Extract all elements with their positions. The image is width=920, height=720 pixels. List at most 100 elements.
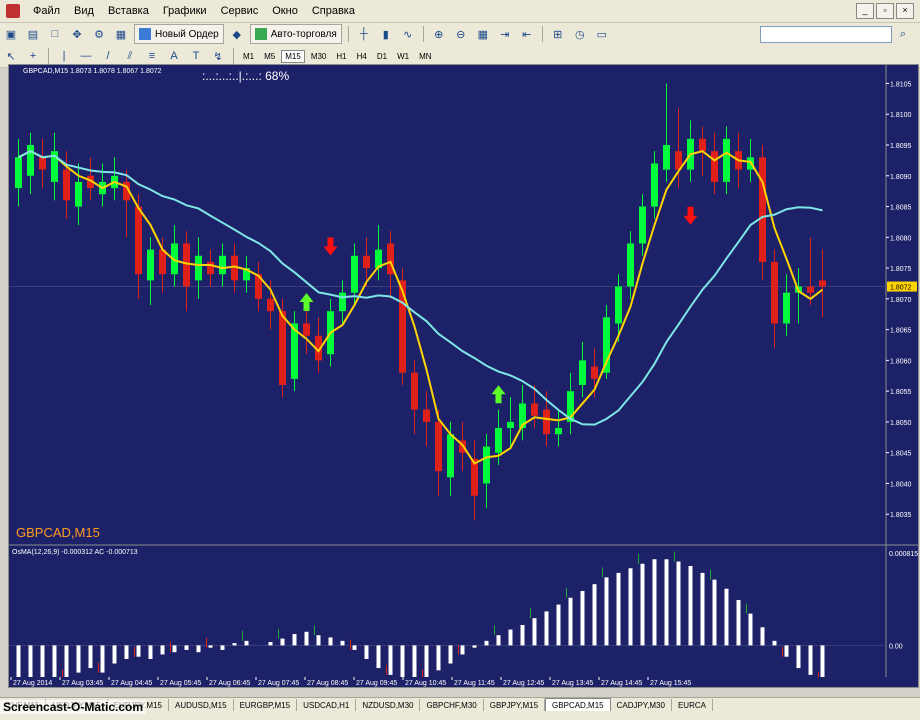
navigator-icon[interactable]: ✥: [68, 26, 86, 42]
zoom-out-icon[interactable]: ⊖: [452, 26, 470, 42]
period-d1[interactable]: D1: [373, 50, 391, 63]
candle-body: [783, 292, 790, 324]
line-chart-icon[interactable]: ∿: [399, 26, 417, 42]
price-tick-label: 1.8105: [890, 81, 912, 88]
price-tick-label: 1.8060: [890, 358, 912, 365]
period-w1[interactable]: W1: [393, 50, 413, 63]
candle-body: [699, 138, 706, 152]
vertical-line-icon[interactable]: |: [55, 48, 73, 64]
templates-icon[interactable]: ▭: [593, 26, 611, 42]
time-tick-label: 27 Aug 04:45: [111, 680, 152, 687]
candle-body: [651, 163, 658, 207]
menu-view[interactable]: Вид: [67, 0, 101, 22]
chart-window[interactable]: 1.8105 1.8100 1.8095 1.8090 1.8085 1.8080 1.80…: [8, 64, 919, 688]
candle-body: [555, 428, 562, 435]
restore-button[interactable]: ▫: [876, 3, 894, 19]
period-mn[interactable]: MN: [415, 50, 435, 63]
period-m30[interactable]: M30: [307, 50, 331, 63]
ma-slow-line: [18, 150, 823, 426]
candle-body: [63, 169, 70, 201]
menu-charts[interactable]: Графики: [156, 0, 214, 22]
time-tick-label: 27 Aug 15:45: [650, 680, 691, 687]
candle-body: [639, 206, 646, 244]
time-tick-label: 27 Aug 03:45: [62, 680, 103, 687]
candle-body: [531, 403, 538, 416]
time-tick-label: 27 Aug 08:45: [307, 680, 348, 687]
menu-window[interactable]: Окно: [265, 0, 305, 22]
buy-arrow-icon: [491, 385, 506, 404]
candle-body: [483, 446, 490, 484]
cursor-icon[interactable]: ↖: [2, 48, 20, 64]
price-chart[interactable]: 1.8105 1.8100 1.8095 1.8090 1.8085 1.8080 1.80…: [9, 65, 918, 687]
candle-body: [219, 255, 226, 275]
period-h1[interactable]: H1: [332, 50, 350, 63]
candle-body: [159, 249, 166, 275]
arrows-icon[interactable]: ↯: [209, 48, 227, 64]
autoscroll-icon[interactable]: ⇥: [496, 26, 514, 42]
price-tick-label: 1.8050: [890, 420, 912, 427]
text-icon[interactable]: A: [165, 48, 183, 64]
price-tick-label: 1.8045: [890, 451, 912, 458]
chart-tab[interactable]: GBPCAD,M15: [545, 698, 611, 712]
meta-editor-icon[interactable]: ◆: [228, 26, 246, 42]
fibo-icon[interactable]: ≡: [143, 48, 161, 64]
candle-body: [819, 280, 826, 287]
candle-body: [759, 157, 766, 262]
candle-body: [351, 255, 358, 293]
candle-body: [363, 255, 370, 269]
zoom-in-icon[interactable]: ⊕: [430, 26, 448, 42]
window-buttons: _ ▫ ×: [856, 3, 914, 19]
profiles-icon[interactable]: ▤: [24, 26, 42, 42]
menu-help[interactable]: Справка: [305, 0, 362, 22]
periods-icon[interactable]: ◷: [571, 26, 589, 42]
symbol-label: GBPCAD,M15: [16, 525, 100, 540]
time-tick-label: 27 Aug 13:45: [552, 680, 593, 687]
crosshair-icon[interactable]: +: [24, 48, 42, 64]
tile-windows-icon[interactable]: ▦: [474, 26, 492, 42]
minimize-button[interactable]: _: [856, 3, 874, 19]
candle-body: [435, 421, 442, 472]
chart-shift-icon[interactable]: ⇤: [518, 26, 536, 42]
close-button[interactable]: ×: [896, 3, 914, 19]
time-tick-label: 27 Aug 14:45: [601, 680, 642, 687]
search-icon[interactable]: ⌕: [894, 26, 912, 42]
menu-bar: Файл Вид Вставка Графики Сервис Окно Спр…: [0, 0, 920, 23]
app-icon: [6, 4, 20, 18]
trend-line-icon[interactable]: /: [99, 48, 117, 64]
candle-chart-icon[interactable]: ▮: [377, 26, 395, 42]
auto-trading-button[interactable]: Авто-торговля: [249, 24, 342, 44]
period-m15[interactable]: M15: [281, 49, 305, 63]
terminal-icon[interactable]: ⚙: [90, 26, 108, 42]
time-tick-label: 27 Aug 10:45: [405, 680, 446, 687]
candle-body: [147, 249, 154, 281]
auto-trading-label: Авто-торговля: [270, 28, 337, 40]
period-h4[interactable]: H4: [353, 50, 371, 63]
menu-tools[interactable]: Сервис: [214, 0, 266, 22]
period-m5[interactable]: M5: [260, 50, 279, 63]
channel-icon[interactable]: ⫽: [121, 48, 139, 64]
main-toolbar: ▣ ▤ □ ✥ ⚙ ▦ Новый Ордер ◆ Авто-торговля …: [0, 23, 920, 46]
market-watch-icon[interactable]: □: [46, 26, 64, 42]
menu-file[interactable]: Файл: [26, 0, 67, 22]
tester-icon[interactable]: ▦: [112, 26, 130, 42]
bar-chart-icon[interactable]: ┼: [355, 26, 373, 42]
period-m1[interactable]: M1: [239, 50, 258, 63]
new-order-button[interactable]: Новый Ордер: [134, 24, 224, 44]
price-tick-label: 1.8085: [890, 205, 912, 212]
candle-body: [495, 428, 502, 453]
label-icon[interactable]: T: [187, 48, 205, 64]
candle-body: [303, 323, 310, 336]
candle-body: [579, 360, 586, 385]
candle-body: [543, 409, 550, 435]
horizontal-line-icon[interactable]: —: [77, 48, 95, 64]
menu-insert[interactable]: Вставка: [101, 0, 156, 22]
candle-body: [279, 311, 286, 385]
search-input[interactable]: [760, 26, 892, 43]
candle-body: [75, 181, 82, 207]
new-chart-icon[interactable]: ▣: [2, 26, 20, 42]
time-tick-label: 27 Aug 11:45: [454, 680, 495, 687]
candle-body: [591, 366, 598, 379]
indicators-icon[interactable]: ⊞: [549, 26, 567, 42]
candle-body: [267, 298, 274, 312]
candle-body: [27, 145, 34, 176]
